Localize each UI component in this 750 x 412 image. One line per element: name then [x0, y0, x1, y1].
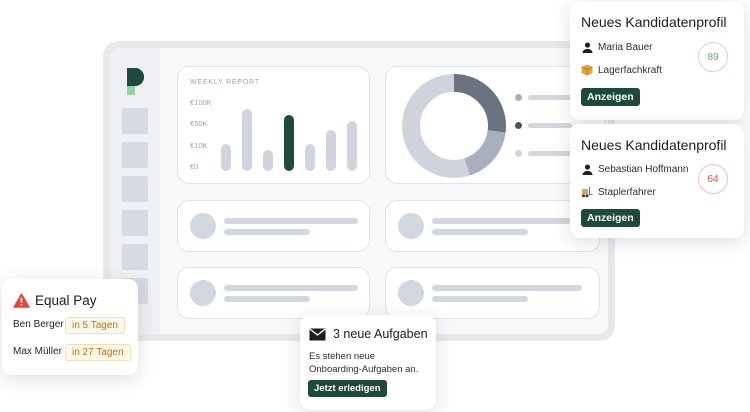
equal-pay-employee-name: Ben Berger [13, 319, 64, 330]
equal-pay-header: Equal Pay [13, 293, 97, 308]
chart-bar [242, 109, 252, 171]
profile-role-row: Staplerfahrer [581, 186, 656, 198]
sidebar-item[interactable] [122, 108, 148, 134]
weekly-report-title: WEEKLY REPORT [190, 79, 260, 86]
chart-bar [284, 115, 294, 171]
forklift-icon [582, 187, 593, 198]
legend-dot [515, 94, 522, 101]
donut-chart [402, 74, 506, 178]
chart-bar [263, 150, 273, 171]
tablet-frame: WEEKLY REPORT €100K €50K €10K €0 [103, 41, 615, 341]
mail-icon [309, 327, 326, 340]
y-tick-label: €0 [190, 162, 199, 171]
candidate-name: Sebastian Hoffmann [598, 164, 689, 175]
tasks-card: 3 neue Aufgaben Es stehen neue Onboardin… [300, 315, 436, 410]
placeholder-avatar [398, 280, 424, 306]
legend-line [528, 151, 572, 156]
weekly-report-card: WEEKLY REPORT €100K €50K €10K €0 [177, 66, 370, 184]
chart-bar [347, 121, 357, 171]
due-badge: in 27 Tagen [65, 344, 131, 361]
chart-bar [221, 144, 231, 171]
chart-bar [326, 130, 336, 171]
legend-line [528, 95, 572, 100]
profile-name-row: Maria Bauer [582, 42, 652, 53]
placeholder-avatar [190, 213, 216, 239]
view-profile-button[interactable]: Anzeigen [581, 209, 640, 227]
placeholder-line [432, 285, 582, 291]
placeholder-card [177, 200, 370, 252]
dashboard-screen: WEEKLY REPORT €100K €50K €10K €0 [110, 48, 608, 334]
profile-title: Neues Kandidatenprofil [581, 14, 727, 30]
y-tick-label: €50K [190, 119, 208, 128]
placeholder-line [224, 296, 310, 302]
y-tick-label: €100K [190, 98, 212, 107]
placeholder-line [432, 296, 528, 302]
person-icon [582, 42, 593, 53]
app-logo-icon [127, 68, 144, 95]
sidebar-item[interactable] [122, 142, 148, 168]
sidebar-item[interactable] [122, 244, 148, 270]
placeholder-line [432, 218, 582, 224]
legend-dot [515, 122, 522, 129]
legend-line [528, 123, 572, 128]
person-icon [582, 164, 593, 175]
placeholder-avatar [190, 280, 216, 306]
match-score-badge: 89 [698, 42, 728, 72]
equal-pay-title: Equal Pay [35, 293, 97, 308]
candidate-profile-card: Neues Kandidatenprofil Maria Bauer Lager… [570, 2, 744, 120]
complete-tasks-button[interactable]: Jetzt erledigen [308, 380, 387, 397]
placeholder-line [224, 229, 310, 235]
due-badge: in 5 Tagen [65, 317, 125, 334]
equal-pay-employee-name: Max Müller [13, 346, 62, 357]
placeholder-card [385, 200, 600, 252]
profile-name-row: Sebastian Hoffmann [582, 164, 688, 175]
candidate-role: Lagerfachkraft [598, 64, 662, 76]
sidebar-item[interactable] [122, 210, 148, 236]
profile-title: Neues Kandidatenprofil [581, 137, 727, 153]
y-tick-label: €10K [190, 141, 208, 150]
placeholder-line [432, 229, 528, 235]
tasks-title: 3 neue Aufgaben [333, 327, 428, 341]
profile-role-row: Lagerfachkraft [581, 64, 662, 76]
package-icon [581, 64, 593, 76]
chart-bar [305, 144, 315, 171]
warning-icon [13, 293, 30, 308]
placeholder-card [177, 267, 370, 319]
view-profile-button[interactable]: Anzeigen [581, 88, 640, 106]
placeholder-card [385, 267, 600, 319]
placeholder-avatar [398, 213, 424, 239]
sidebar-item[interactable] [122, 176, 148, 202]
candidate-role: Staplerfahrer [598, 186, 656, 198]
candidate-name: Maria Bauer [598, 42, 653, 53]
candidate-profile-card: Neues Kandidatenprofil Sebastian Hoffman… [570, 124, 744, 238]
tasks-header: 3 neue Aufgaben [309, 327, 428, 341]
equal-pay-card: Equal Pay Ben Berger in 5 Tagen Max Müll… [2, 279, 138, 375]
legend-dot [515, 150, 522, 157]
placeholder-line [224, 285, 358, 291]
tasks-description: Es stehen neue Onboarding-Aufgaben an. [309, 351, 419, 375]
match-score-badge: 64 [698, 164, 728, 194]
placeholder-line [224, 218, 358, 224]
